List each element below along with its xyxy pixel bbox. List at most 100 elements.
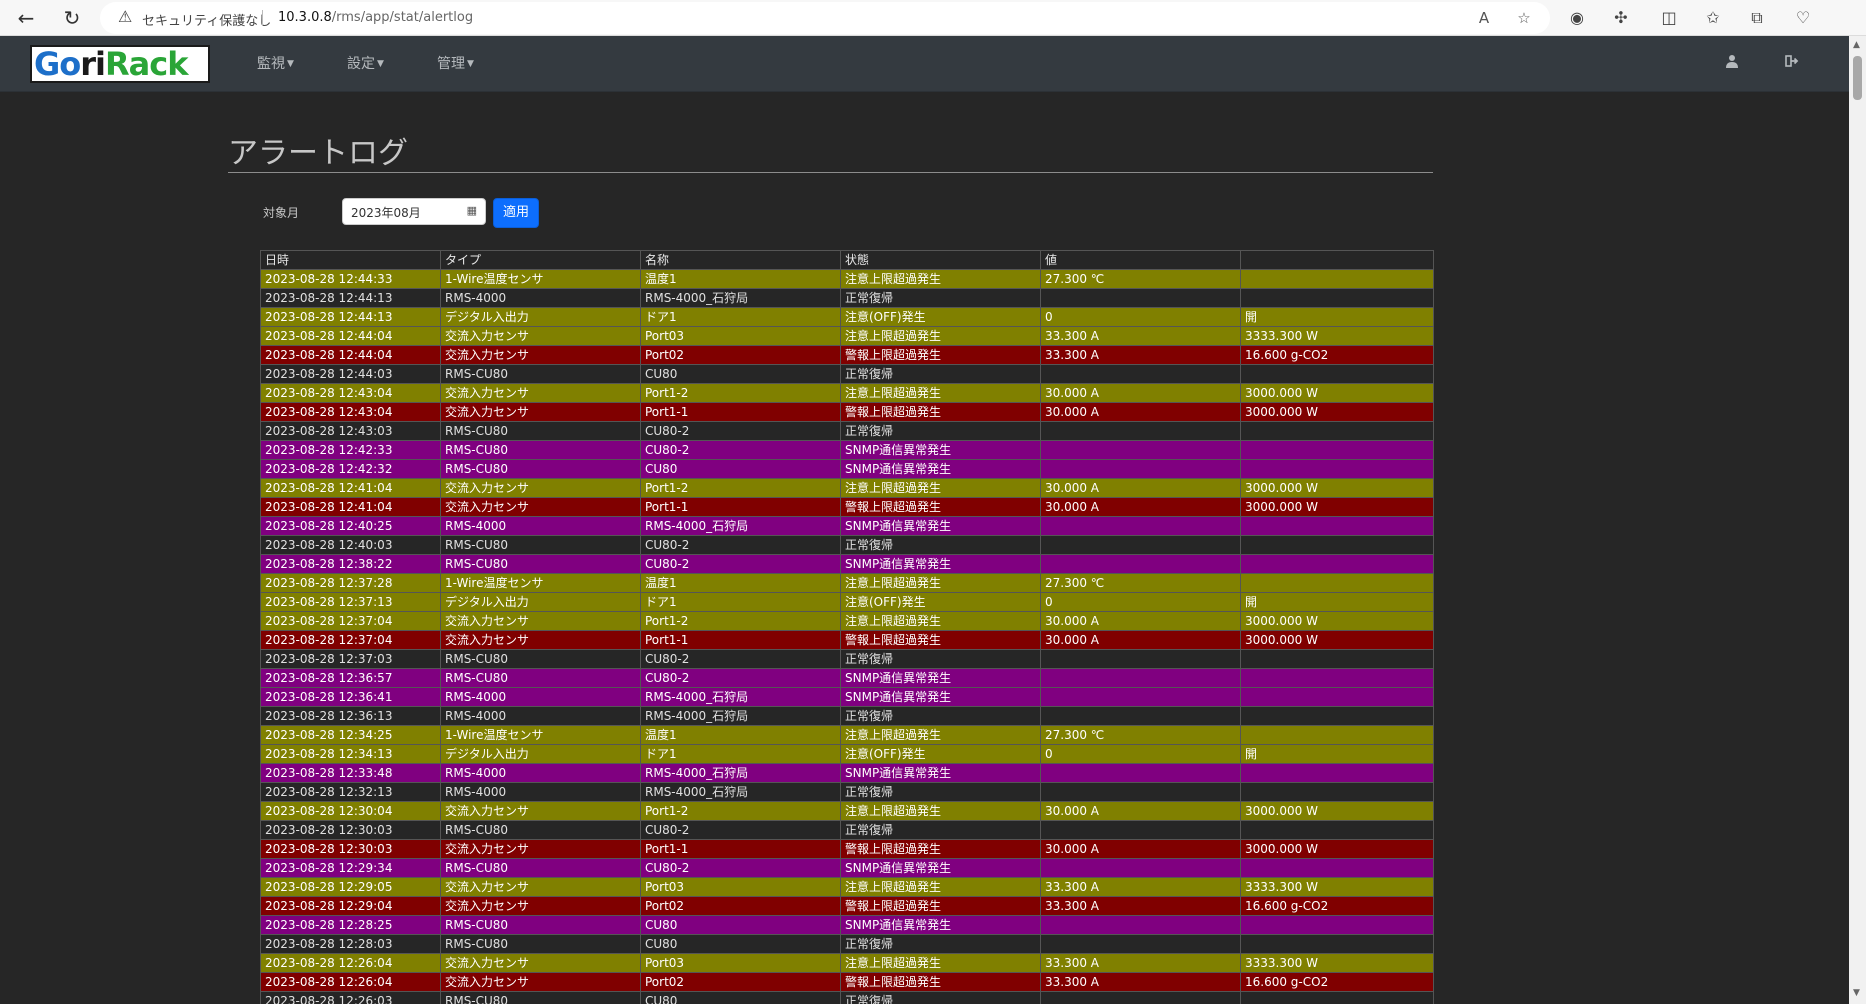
cell-status: 警報上限超過発生 [840,896,1041,916]
table-row: 2023-08-28 12:41:04 交流入力センサ Port1-1 警報上限超過発… [260,497,1434,517]
table-row: 2023-08-28 12:41:04 交流入力センサ Port1-2 注意上限超過発… [260,478,1434,498]
cell-type: 交流入力センサ [440,877,641,897]
cell-value [1040,934,1241,954]
cell-value-2 [1240,421,1434,441]
cell-datetime: 2023-08-28 12:44:03 [260,364,441,384]
cell-value-2 [1240,782,1434,802]
cell-value: 27.300 ℃ [1040,573,1241,593]
cell-type: RMS-CU80 [440,421,641,441]
col-header-value[interactable]: 値 [1040,250,1241,270]
cell-value: 30.000 A [1040,611,1241,631]
reload-icon[interactable]: ↻ [58,4,86,32]
cell-value-2 [1240,573,1434,593]
cell-status: 注意上限超過発生 [840,877,1041,897]
cell-type: デジタル入出力 [440,744,641,764]
cell-datetime: 2023-08-28 12:43:04 [260,402,441,422]
menu-settings[interactable]: 設定 ▼ [347,53,384,73]
month-filter-label: 対象月 [263,206,300,220]
apply-button[interactable]: 適用 [493,198,539,228]
user-icon[interactable] [1722,53,1742,73]
gorirack-logo[interactable]: GoriRack [30,45,210,83]
month-input[interactable]: 2023年08月 ▦ [342,198,486,225]
cell-type: RMS-4000 [440,706,641,726]
col-header-status[interactable]: 状態 [840,250,1041,270]
cell-type: 交流入力センサ [440,402,641,422]
cell-type: RMS-CU80 [440,364,641,384]
cell-datetime: 2023-08-28 12:40:03 [260,535,441,555]
browser-essentials-icon[interactable]: ♡ [1792,7,1814,29]
cell-status: 正常復帰 [840,820,1041,840]
table-row: 2023-08-28 12:28:03 RMS-CU80 CU80 正常復帰 [260,934,1434,954]
cell-datetime: 2023-08-28 12:42:32 [260,459,441,479]
cell-value-2 [1240,288,1434,308]
cell-name: Port03 [640,953,841,973]
extension-shield-icon[interactable]: ◉ [1566,7,1588,29]
cell-value-2: 3000.000 W [1240,478,1434,498]
cell-name: Port03 [640,326,841,346]
read-aloud-icon[interactable]: A [1474,8,1494,28]
table-row: 2023-08-28 12:44:03 RMS-CU80 CU80 正常復帰 [260,364,1434,384]
cell-status: SNMP通信異常発生 [840,687,1041,707]
table-row: 2023-08-28 12:42:32 RMS-CU80 CU80 SNMP通信異常発… [260,459,1434,479]
cell-datetime: 2023-08-28 12:30:03 [260,839,441,859]
address-bar[interactable]: ⚠ セキュリティ保護なし 10.3.0.8/rms/app/stat/alert… [100,2,1550,34]
menu-monitor[interactable]: 監視 ▼ [257,53,294,73]
scroll-thumb[interactable] [1853,56,1862,100]
cell-value [1040,687,1241,707]
split-screen-icon[interactable]: ◫ [1658,7,1680,29]
table-row: 2023-08-28 12:32:13 RMS-4000 RMS-4000_石狩局正… [260,782,1434,802]
cell-type: 交流入力センサ [440,801,641,821]
cell-datetime: 2023-08-28 12:37:04 [260,611,441,631]
cell-datetime: 2023-08-28 12:29:04 [260,896,441,916]
extensions-puzzle-icon[interactable]: ✣ [1610,7,1632,29]
collections-icon[interactable]: ⧉ [1746,7,1768,29]
app-viewport: GoriRack 監視 ▼ 設定 ▼ 管理 ▼ アラートログ 対象月 2023年08月… [0,36,1849,1004]
page-scrollbar[interactable]: ▲ ▼ [1849,36,1866,1004]
cell-datetime: 2023-08-28 12:40:25 [260,516,441,536]
cell-status: SNMP通信異常発生 [840,763,1041,783]
cell-datetime: 2023-08-28 12:36:13 [260,706,441,726]
back-arrow-icon[interactable]: ← [12,4,40,32]
cell-status: SNMP通信異常発生 [840,915,1041,935]
cell-status: 正常復帰 [840,535,1041,555]
cell-status: 正常復帰 [840,782,1041,802]
cell-value [1040,364,1241,384]
cell-type: RMS-4000 [440,782,641,802]
cell-status: 注意上限超過発生 [840,383,1041,403]
cell-status: 正常復帰 [840,649,1041,669]
col-header-type[interactable]: タイプ [440,250,641,270]
table-row: 2023-08-28 12:40:25 RMS-4000 RMS-4000_石狩局 S… [260,516,1434,536]
favorites-list-icon[interactable]: ✩ [1702,7,1724,29]
calendar-icon[interactable]: ▦ [467,204,477,217]
table-row: 2023-08-28 12:33:48 RMS-4000 RMS-4000_石狩局 S… [260,763,1434,783]
cell-value [1040,516,1241,536]
menu-admin[interactable]: 管理 ▼ [437,53,474,73]
cell-name: Port02 [640,972,841,992]
cell-value-2 [1240,991,1434,1004]
cell-status: SNMP通信異常発生 [840,554,1041,574]
cell-datetime: 2023-08-28 12:42:33 [260,440,441,460]
cell-status: 注意(OFF)発生 [840,307,1041,327]
logout-icon[interactable] [1782,53,1802,73]
cell-name: CU80 [640,991,841,1004]
cell-value: 30.000 A [1040,497,1241,517]
table-row: 2023-08-28 12:37:03 RMS-CU80 CU80-2 正常復帰 [260,649,1434,669]
cell-datetime: 2023-08-28 12:41:04 [260,478,441,498]
col-header-datetime[interactable]: 日時 [260,250,441,270]
favorite-star-icon[interactable]: ☆ [1514,8,1534,28]
cell-value-2: 3333.300 W [1240,877,1434,897]
cell-type: 1-Wire温度センサ [440,725,641,745]
scroll-down-icon[interactable]: ▼ [1853,988,1860,998]
cell-status: 注意(OFF)発生 [840,744,1041,764]
scroll-up-icon[interactable]: ▲ [1853,40,1860,50]
cell-value [1040,915,1241,935]
cell-value-2 [1240,763,1434,783]
cell-datetime: 2023-08-28 12:34:25 [260,725,441,745]
cell-type: 交流入力センサ [440,611,641,631]
url-text[interactable]: 10.3.0.8/rms/app/stat/alertlog [278,10,473,25]
table-row: 2023-08-28 12:43:04 交流入力センサ Port1-2 注意上限超過発… [260,383,1434,403]
col-header-name[interactable]: 名称 [640,250,841,270]
browser-toolbar: ← ↻ ⚠ セキュリティ保護なし 10.3.0.8/rms/app/stat/a… [0,0,1866,36]
app-navbar: GoriRack 監視 ▼ 設定 ▼ 管理 ▼ [0,36,1849,92]
cell-value [1040,649,1241,669]
